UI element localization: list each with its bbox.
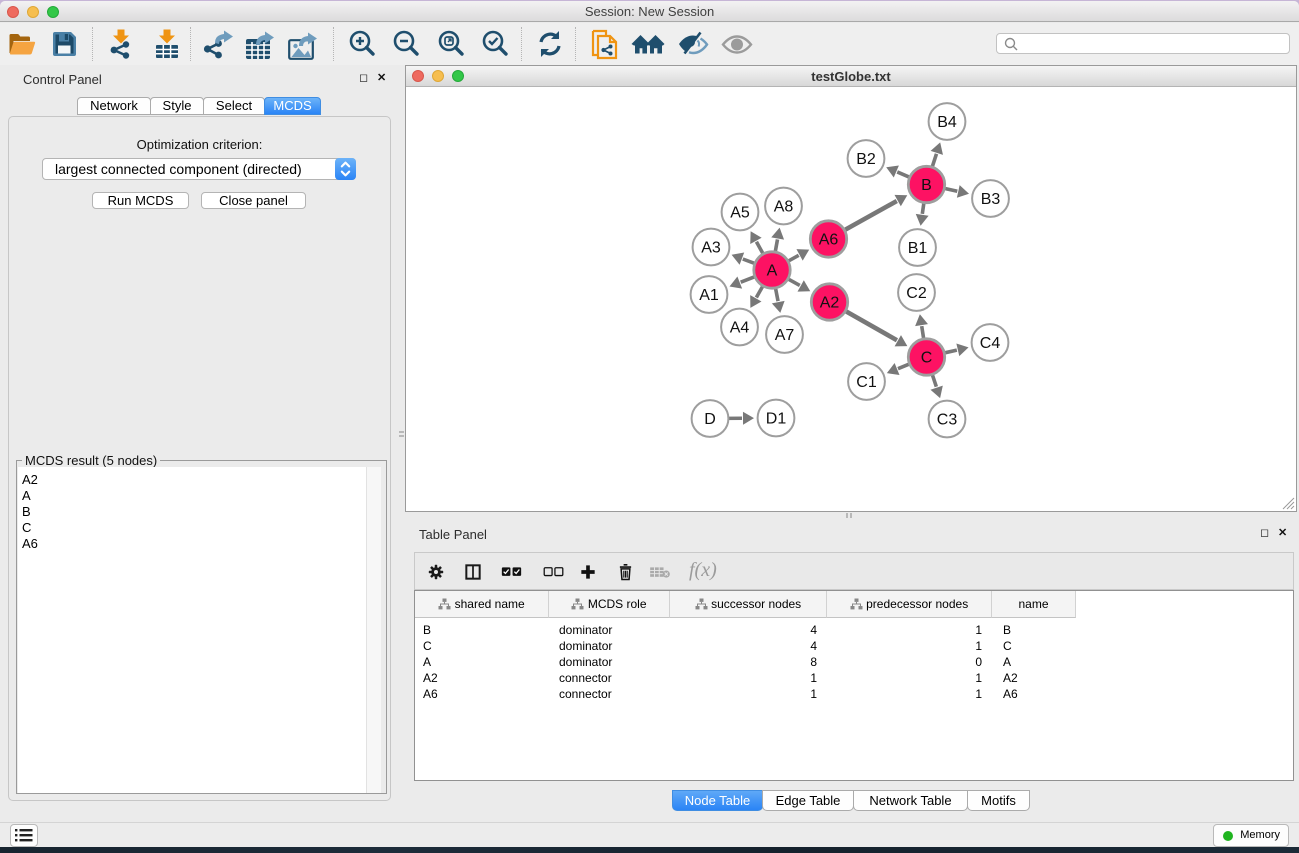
- svg-text:A: A: [767, 263, 778, 280]
- svg-text:A8: A8: [774, 199, 794, 216]
- svg-text:A1: A1: [699, 287, 719, 304]
- svg-text:B4: B4: [937, 114, 957, 131]
- svg-text:B3: B3: [981, 191, 1001, 208]
- svg-text:A2: A2: [820, 295, 840, 312]
- svg-text:D: D: [704, 411, 716, 428]
- svg-text:A5: A5: [730, 205, 750, 222]
- svg-text:A7: A7: [775, 327, 795, 344]
- svg-text:A3: A3: [701, 240, 721, 257]
- svg-text:B1: B1: [908, 240, 928, 257]
- svg-text:A6: A6: [819, 232, 839, 249]
- svg-text:B2: B2: [856, 151, 876, 168]
- svg-text:C4: C4: [980, 335, 1001, 352]
- svg-text:C3: C3: [937, 412, 958, 429]
- svg-text:C: C: [921, 350, 933, 367]
- svg-text:C1: C1: [856, 374, 877, 391]
- svg-text:C2: C2: [906, 285, 927, 302]
- svg-text:D1: D1: [766, 411, 787, 428]
- svg-text:B: B: [921, 177, 932, 194]
- svg-text:A4: A4: [730, 320, 750, 337]
